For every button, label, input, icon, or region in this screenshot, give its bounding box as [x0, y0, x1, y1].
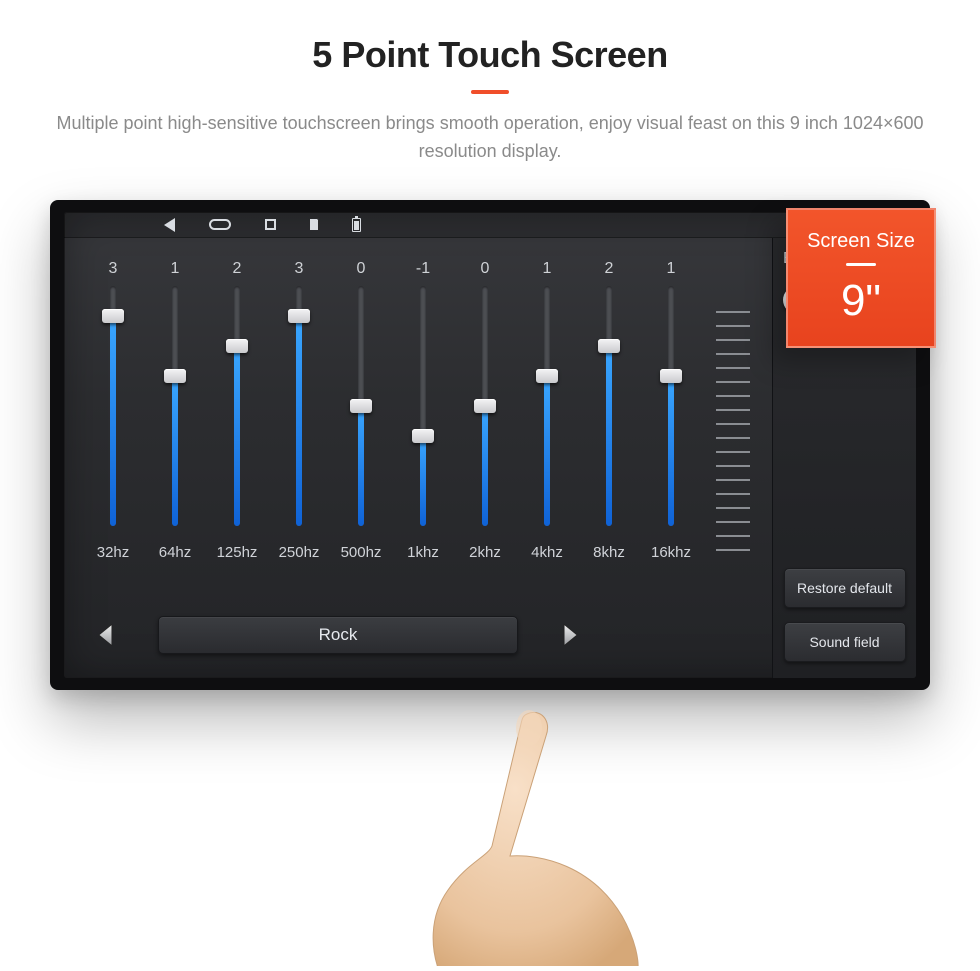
- eq-slider-freq: 500hz: [341, 544, 382, 561]
- eq-slider-track[interactable]: [358, 286, 364, 526]
- eq-slider-track[interactable]: [606, 286, 612, 526]
- level-meter-tick: [716, 353, 750, 355]
- level-meter-tick: [716, 465, 750, 467]
- level-meter-tick: [716, 339, 750, 341]
- equalizer-sliders: 3 32hz 1 64hz 2 125hz 3 250hz 0 500hz -1 1khz 0 2khz 1…: [84, 246, 762, 576]
- eq-slider-thumb[interactable]: [598, 339, 620, 353]
- level-meter-tick: [716, 535, 750, 537]
- eq-slider[interactable]: 2 125hz: [214, 260, 260, 576]
- eq-slider-value: 2: [233, 260, 242, 282]
- preset-display[interactable]: Rock: [158, 616, 518, 654]
- hand-illustration: [392, 706, 652, 966]
- eq-slider-fill: [172, 376, 178, 526]
- eq-slider[interactable]: 1 64hz: [152, 260, 198, 576]
- eq-slider-track[interactable]: [234, 286, 240, 526]
- eq-slider[interactable]: 0 2khz: [462, 260, 508, 576]
- eq-slider-freq: 2khz: [469, 544, 501, 561]
- level-meter: [710, 260, 756, 576]
- eq-slider-thumb[interactable]: [164, 369, 186, 383]
- back-icon[interactable]: [164, 218, 175, 232]
- callout-value: 9": [841, 276, 881, 326]
- eq-slider[interactable]: 3 250hz: [276, 260, 322, 576]
- eq-slider-track[interactable]: [482, 286, 488, 526]
- level-meter-tick: [716, 479, 750, 481]
- recents-icon[interactable]: [265, 219, 276, 230]
- eq-slider-thumb[interactable]: [288, 309, 310, 323]
- eq-slider-track[interactable]: [544, 286, 550, 526]
- eq-slider-thumb[interactable]: [226, 339, 248, 353]
- level-meter-tick: [716, 381, 750, 383]
- eq-slider-fill: [234, 346, 240, 526]
- sound-field-button[interactable]: Sound field: [784, 622, 906, 662]
- eq-slider-fill: [420, 436, 426, 526]
- eq-slider[interactable]: 2 8khz: [586, 260, 632, 576]
- eq-slider-track[interactable]: [420, 286, 426, 526]
- callout-label: Screen Size: [807, 230, 915, 253]
- callout-divider: [846, 263, 876, 266]
- level-meter-tick: [716, 437, 750, 439]
- eq-slider-value: 3: [109, 260, 118, 282]
- eq-slider[interactable]: 0 500hz: [338, 260, 384, 576]
- level-meter-tick: [716, 507, 750, 509]
- eq-slider-fill: [482, 406, 488, 526]
- eq-slider-fill: [296, 316, 302, 526]
- level-meter-tick: [716, 395, 750, 397]
- preset-prev-button[interactable]: [90, 619, 122, 651]
- eq-slider[interactable]: -1 1khz: [400, 260, 446, 576]
- level-meter-tick: [716, 493, 750, 495]
- eq-slider-freq: 1khz: [407, 544, 439, 561]
- eq-slider[interactable]: 3 32hz: [90, 260, 136, 576]
- screen-size-callout: Screen Size 9": [786, 208, 936, 348]
- eq-slider-value: 1: [667, 260, 676, 282]
- eq-slider-freq: 64hz: [159, 544, 192, 561]
- battery-icon: [352, 218, 361, 232]
- page-title: 5 Point Touch Screen: [0, 34, 980, 76]
- eq-slider[interactable]: 1 4khz: [524, 260, 570, 576]
- eq-slider-thumb[interactable]: [536, 369, 558, 383]
- eq-slider-value: 0: [357, 260, 366, 282]
- sdcard-icon: [310, 219, 318, 230]
- eq-slider-fill: [606, 346, 612, 526]
- eq-slider-track[interactable]: [668, 286, 674, 526]
- eq-slider-fill: [544, 376, 550, 526]
- eq-slider-freq: 8khz: [593, 544, 625, 561]
- eq-slider-value: 2: [605, 260, 614, 282]
- level-meter-tick: [716, 367, 750, 369]
- eq-slider-thumb[interactable]: [660, 369, 682, 383]
- eq-slider-freq: 16khz: [651, 544, 691, 561]
- title-accent-divider: [471, 90, 509, 94]
- eq-slider-thumb[interactable]: [350, 399, 372, 413]
- eq-slider-thumb[interactable]: [474, 399, 496, 413]
- eq-slider-freq: 32hz: [97, 544, 130, 561]
- eq-slider-fill: [358, 406, 364, 526]
- eq-slider-fill: [110, 316, 116, 526]
- preset-next-button[interactable]: [554, 619, 586, 651]
- eq-slider-value: 3: [295, 260, 304, 282]
- level-meter-tick: [716, 423, 750, 425]
- home-icon[interactable]: [209, 219, 231, 230]
- level-meter-tick: [716, 521, 750, 523]
- eq-slider-value: 0: [481, 260, 490, 282]
- eq-slider-track[interactable]: [296, 286, 302, 526]
- level-meter-tick: [716, 549, 750, 551]
- level-meter-tick: [716, 451, 750, 453]
- eq-slider[interactable]: 1 16khz: [648, 260, 694, 576]
- eq-slider-value: 1: [543, 260, 552, 282]
- restore-default-button[interactable]: Restore default: [784, 568, 906, 608]
- eq-slider-value: -1: [416, 260, 430, 282]
- level-meter-tick: [716, 311, 750, 313]
- eq-slider-freq: 125hz: [217, 544, 258, 561]
- eq-slider-thumb[interactable]: [102, 309, 124, 323]
- eq-slider-fill: [668, 376, 674, 526]
- level-meter-tick: [716, 409, 750, 411]
- eq-slider-freq: 4khz: [531, 544, 563, 561]
- eq-slider-thumb[interactable]: [412, 429, 434, 443]
- page-subtitle: Multiple point high-sensitive touchscree…: [0, 110, 980, 166]
- eq-slider-track[interactable]: [172, 286, 178, 526]
- level-meter-tick: [716, 325, 750, 327]
- eq-slider-freq: 250hz: [279, 544, 320, 561]
- eq-slider-track[interactable]: [110, 286, 116, 526]
- eq-slider-value: 1: [171, 260, 180, 282]
